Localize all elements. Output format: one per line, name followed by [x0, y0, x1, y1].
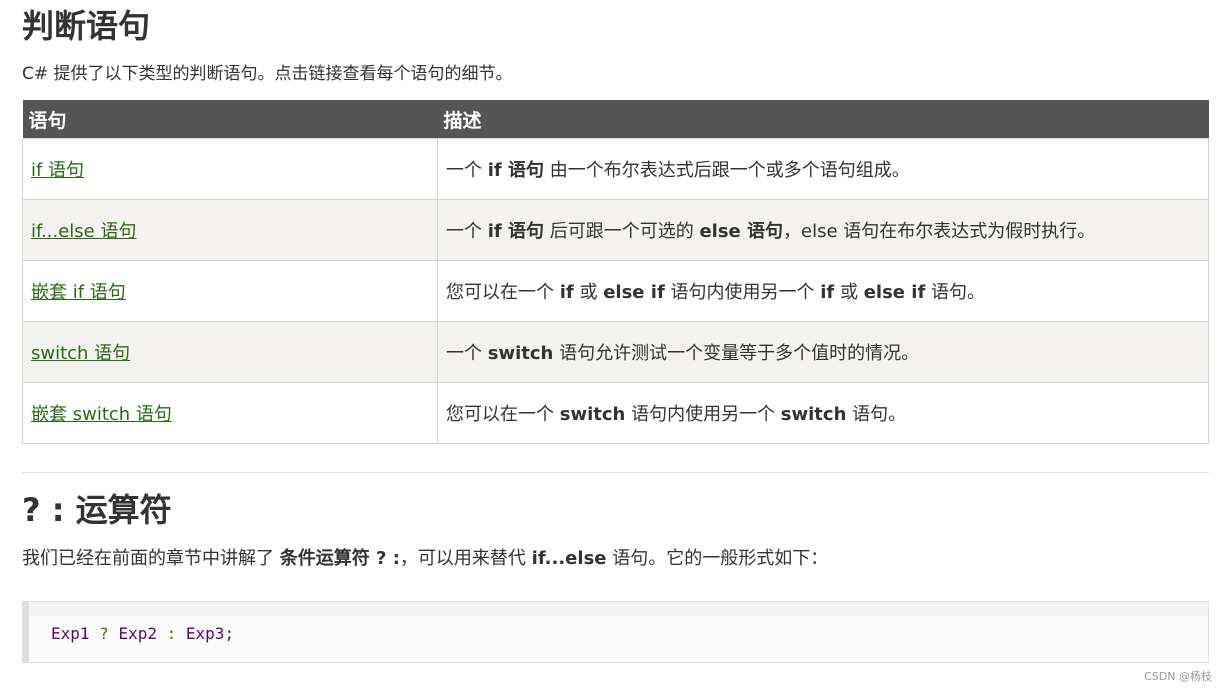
operator-para-bold: if...else: [531, 548, 607, 569]
description-bold: else if: [603, 282, 665, 303]
statement-cell: 嵌套 if 语句: [22, 260, 438, 322]
description-text: 您可以在一个: [446, 404, 560, 425]
description-text: 一个: [446, 221, 488, 242]
code-block: Exp1 ? Exp2 : Exp3;: [22, 601, 1209, 663]
table-row: if 语句 一个 if 语句 由一个布尔表达式后跟一个或多个语句组成。: [22, 138, 1209, 200]
table-row: if...else 语句 一个 if 语句 后可跟一个可选的 else 语句，el…: [22, 199, 1209, 261]
description-cell: 您可以在一个 if 或 else if 语句内使用另一个 if 或 else i…: [437, 260, 1209, 322]
description-bold: if 语句: [487, 221, 545, 242]
operator-para-bold: 条件运算符 ? :: [279, 548, 400, 569]
description-text: 一个: [446, 343, 488, 364]
description-text: 或: [573, 282, 604, 303]
description-text: 语句内使用另一个: [625, 404, 781, 425]
description-text: 语句。: [925, 282, 986, 303]
description-cell: 一个 switch 语句允许测试一个变量等于多个值时的情况。: [437, 321, 1209, 383]
statements-table: 语句 描述 if 语句 一个 if 语句 由一个布尔表达式后跟一个或多个语句组成。…: [22, 100, 1209, 444]
header-description: 描述: [437, 100, 1209, 139]
description-bold: if: [559, 282, 574, 303]
code-token: Exp3: [185, 624, 225, 643]
description-text: 一个: [446, 160, 488, 181]
section-divider: [22, 472, 1209, 473]
table-row: 嵌套 if 语句 您可以在一个 if 或 else if 语句内使用另一个 if …: [22, 260, 1209, 322]
description-text: ，else 语句在布尔表达式为假时执行。: [783, 221, 1096, 242]
description-cell: 一个 if 语句 由一个布尔表达式后跟一个或多个语句组成。: [437, 138, 1209, 200]
table-body: if 语句 一个 if 语句 由一个布尔表达式后跟一个或多个语句组成。 if...e…: [22, 138, 1209, 444]
description-bold: switch: [559, 404, 626, 425]
description-bold: if: [820, 282, 835, 303]
statement-link[interactable]: 嵌套 if 语句: [31, 282, 126, 303]
watermark: CSDN @杨枝: [1144, 670, 1212, 683]
page: 判断语句 C# 提供了以下类型的判断语句。点击链接查看每个语句的细节。 语句 描…: [0, 0, 1226, 692]
statement-link[interactable]: if 语句: [31, 160, 84, 181]
statement-link[interactable]: switch 语句: [31, 343, 130, 364]
operator-para-text: ，可以用来替代: [399, 548, 532, 569]
description-bold: else if: [863, 282, 926, 303]
intro-text: C# 提供了以下类型的判断语句。点击链接查看每个语句的细节。: [22, 64, 513, 84]
code-block-band: [29, 602, 1208, 616]
code-token: :: [166, 624, 177, 643]
operator-section-title: ? : 运算符: [22, 491, 172, 529]
operator-para-text: 我们已经在前面的章节中讲解了: [22, 548, 280, 569]
description-text: 后可跟一个可选的: [544, 221, 700, 242]
operator-para-text: 语句。它的一般形式如下：: [606, 548, 829, 569]
operator-description: 我们已经在前面的章节中讲解了 条件运算符 ? :，可以用来替代 if...els…: [22, 546, 828, 572]
code-token: Exp1: [51, 624, 90, 643]
description-text: 语句。: [846, 404, 907, 425]
table-header-row: 语句 描述: [22, 100, 1209, 139]
section-title: 判断语句: [22, 7, 151, 45]
statement-cell: 嵌套 switch 语句: [22, 382, 438, 444]
code-token: Exp2: [118, 624, 157, 643]
code-token: ;: [224, 624, 235, 643]
description-text: 或: [834, 282, 864, 303]
description-bold: else 语句: [699, 221, 784, 242]
description-text: 您可以在一个: [446, 282, 560, 303]
table-row: switch 语句 一个 switch 语句允许测试一个变量等于多个值时的情况。: [22, 321, 1209, 383]
description-bold: switch: [780, 404, 847, 425]
header-statement: 语句: [22, 100, 438, 139]
statement-link[interactable]: 嵌套 switch 语句: [31, 404, 172, 425]
description-text: 语句允许测试一个变量等于多个值时的情况。: [553, 343, 920, 364]
description-text: 语句内使用另一个: [664, 282, 821, 303]
code-text: Exp1 ? Exp2 : Exp3;: [51, 624, 234, 643]
description-bold: switch: [487, 343, 554, 364]
description-bold: if 语句: [487, 160, 545, 181]
statement-cell: if...else 语句: [22, 199, 438, 261]
description-cell: 您可以在一个 switch 语句内使用另一个 switch 语句。: [437, 382, 1209, 444]
table-row: 嵌套 switch 语句 您可以在一个 switch 语句内使用另一个 switc…: [22, 382, 1209, 444]
description-cell: 一个 if 语句 后可跟一个可选的 else 语句，else 语句在布尔表达式为…: [437, 199, 1209, 261]
code-token: ?: [99, 624, 109, 643]
statement-link[interactable]: if...else 语句: [31, 221, 136, 242]
statement-cell: switch 语句: [22, 321, 438, 383]
statement-cell: if 语句: [22, 138, 438, 200]
description-text: 由一个布尔表达式后跟一个或多个语句组成。: [544, 160, 910, 181]
